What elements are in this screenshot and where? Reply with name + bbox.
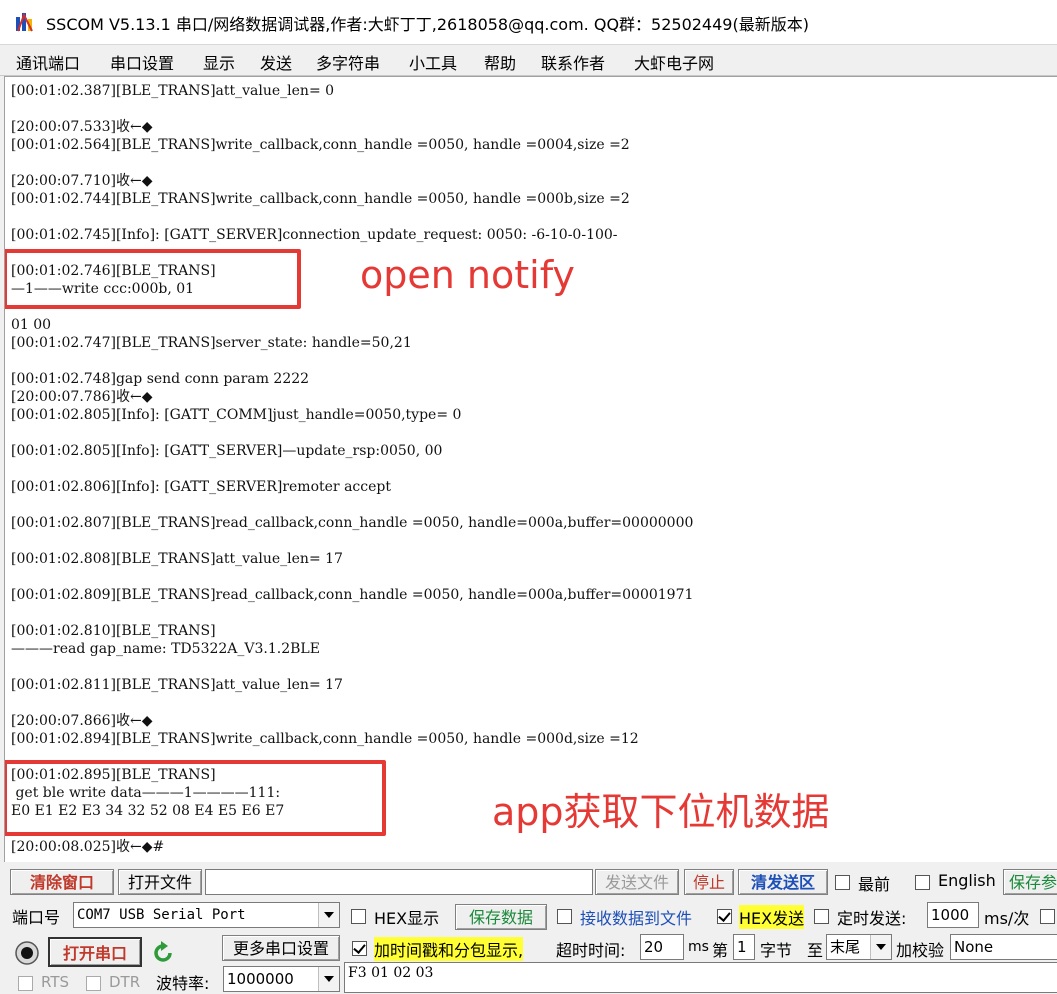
port-status-icon xyxy=(15,941,39,965)
control-panel: 清除窗口 打开文件 发送文件 停止 清发送区 最前 English 保存参 端口… xyxy=(0,862,1057,993)
menu-bar: 通讯端口 串口设置 显示 发送 多字符串 小工具 帮助 联系作者 大虾电子网 xyxy=(0,45,1057,76)
menu-comm-port[interactable]: 通讯端口 xyxy=(16,50,80,74)
port-select-value: COM7 USB Serial Port xyxy=(77,907,246,923)
log-line: [20:00:08.025]收←◆# xyxy=(11,839,165,855)
menu-contact-author[interactable]: 联系作者 xyxy=(541,50,605,74)
rts-checkbox[interactable] xyxy=(18,976,33,991)
timestamp-label: 加时间戳和分包显示, xyxy=(374,937,524,961)
window-title: SSCOM V5.13.1 串口/网络数据调试器,作者:大虾丁丁,2618058… xyxy=(46,15,809,34)
file-path-field[interactable] xyxy=(205,869,593,895)
hex-display-label: HEX显示 xyxy=(374,909,440,928)
timestamp-checkbox[interactable] xyxy=(352,941,367,956)
hex-send-label: HEX发送 xyxy=(739,905,805,929)
port-label: 端口号 xyxy=(12,908,61,927)
timeout-label: 超时时间: xyxy=(556,941,626,960)
menu-tools[interactable]: 小工具 xyxy=(409,50,457,74)
chevron-down-icon xyxy=(870,935,891,959)
annotation-app-read: app获取下位机数据 xyxy=(492,790,830,834)
open-file-button[interactable]: 打开文件 xyxy=(118,869,202,895)
english-checkbox[interactable] xyxy=(915,875,930,890)
clear-send-area-button[interactable]: 清发送区 xyxy=(738,869,828,895)
log-line: 01 00 xyxy=(11,317,52,333)
send-file-button[interactable]: 发送文件 xyxy=(595,869,679,895)
hex-send-checkbox[interactable] xyxy=(717,909,732,924)
byte-label: 字节 xyxy=(760,941,793,960)
end-select-value: 末尾 xyxy=(830,938,861,956)
english-label: English xyxy=(938,871,996,890)
timed-send-label: 定时发送: xyxy=(837,909,907,928)
title-bar: SSCOM V5.13.1 串口/网络数据调试器,作者:大虾丁丁,2618058… xyxy=(0,0,1057,45)
log-line: ———read gap_name: TD5322A_V3.1.2BLE xyxy=(11,641,320,657)
menu-display[interactable]: 显示 xyxy=(203,50,235,74)
log-line: [00:01:02.809][BLE_TRANS]read_callback,c… xyxy=(11,587,694,603)
recv-to-file-checkbox[interactable] xyxy=(557,909,572,924)
save-data-button[interactable]: 保存数据 xyxy=(455,904,547,930)
interval-input[interactable]: 1000 xyxy=(927,902,979,928)
log-line: [00:01:02.744][BLE_TRANS]write_callback,… xyxy=(11,191,630,207)
log-line: [00:01:02.807][BLE_TRANS]read_callback,c… xyxy=(11,515,694,531)
log-line: [00:01:02.748]gap send conn param 2222 xyxy=(11,371,310,387)
log-line: [20:00:07.533]收←◆ xyxy=(11,119,153,135)
dtr-label: DTR xyxy=(109,973,141,991)
save-params-button[interactable]: 保存参 xyxy=(1003,869,1057,895)
chevron-down-icon xyxy=(318,967,339,991)
menu-help[interactable]: 帮助 xyxy=(484,50,516,74)
topmost-checkbox[interactable] xyxy=(835,875,850,890)
clear-window-button[interactable]: 清除窗口 xyxy=(10,869,114,895)
nth-label: 第 xyxy=(712,941,729,960)
timeout-input[interactable]: 20 xyxy=(640,934,684,960)
baud-select-value: 1000000 xyxy=(227,970,294,988)
log-line: [00:01:02.747][BLE_TRANS]server_state: h… xyxy=(11,335,412,351)
chevron-down-icon xyxy=(318,903,339,927)
log-line: [00:01:02.808][BLE_TRANS]att_value_len= … xyxy=(11,551,343,567)
menu-send[interactable]: 发送 xyxy=(260,50,292,74)
log-line: [20:00:07.866]收←◆ xyxy=(11,713,153,729)
annotation-open-notify: open notify xyxy=(360,253,575,297)
send-content-input[interactable]: F3 01 02 03 xyxy=(344,962,1057,993)
app-icon xyxy=(16,12,33,32)
log-line: [00:01:02.387][BLE_TRANS]att_value_len= … xyxy=(11,83,335,99)
log-line: [00:01:02.811][BLE_TRANS]att_value_len= … xyxy=(11,677,343,693)
timeout-unit-label: ms xyxy=(688,939,709,955)
annotation-box-open-notify xyxy=(5,249,301,309)
log-line: [00:01:02.810][BLE_TRANS] xyxy=(11,623,216,639)
log-line: [20:00:07.786]收←◆ xyxy=(11,389,153,405)
baud-label: 波特率: xyxy=(156,974,210,993)
to-label: 至 xyxy=(807,941,824,960)
hex-display-checkbox[interactable] xyxy=(351,909,366,924)
baud-select[interactable]: 1000000 xyxy=(223,966,340,992)
log-line: [00:01:02.894][BLE_TRANS]write_callback,… xyxy=(11,731,639,747)
log-line: [00:01:02.745][Info]: [GATT_SERVER]conne… xyxy=(11,227,618,243)
log-line: [00:01:02.806][Info]: [GATT_SERVER]remot… xyxy=(11,479,391,495)
interval-unit-label: ms/次 xyxy=(984,909,1030,928)
menu-multi-string[interactable]: 多字符串 xyxy=(316,50,380,74)
log-line: [00:01:02.805][Info]: [GATT_COMM]just_ha… xyxy=(11,407,462,423)
timed-send-checkbox[interactable] xyxy=(814,909,829,924)
more-settings-button[interactable]: 更多串口设置 xyxy=(222,935,340,961)
nth-input[interactable]: 1 xyxy=(733,934,755,960)
extra-checkbox[interactable] xyxy=(1040,909,1055,924)
menu-serial-settings[interactable]: 串口设置 xyxy=(110,50,174,74)
checksum-label: 加校验 xyxy=(896,941,945,960)
checksum-select[interactable]: None xyxy=(950,934,1057,960)
receive-console[interactable]: [00:01:02.387][BLE_TRANS]att_value_len= … xyxy=(4,76,1057,863)
recv-to-file-label: 接收数据到文件 xyxy=(580,909,693,928)
log-line: [00:01:02.805][Info]: [GATT_SERVER]—upda… xyxy=(11,443,443,459)
topmost-label: 最前 xyxy=(858,875,891,894)
port-select[interactable]: COM7 USB Serial Port xyxy=(73,902,340,928)
rts-label: RTS xyxy=(41,973,70,991)
dtr-checkbox[interactable] xyxy=(86,976,101,991)
log-line: [20:00:07.710]收←◆ xyxy=(11,173,153,189)
refresh-icon[interactable] xyxy=(150,940,176,966)
log-line: [00:01:02.564][BLE_TRANS]write_callback,… xyxy=(11,137,630,153)
annotation-box-app-read xyxy=(5,760,386,836)
stop-button[interactable]: 停止 xyxy=(684,869,734,895)
menu-website[interactable]: 大虾电子网 xyxy=(634,50,714,74)
end-select[interactable]: 末尾 xyxy=(826,934,892,960)
open-port-button[interactable]: 打开串口 xyxy=(48,937,142,967)
